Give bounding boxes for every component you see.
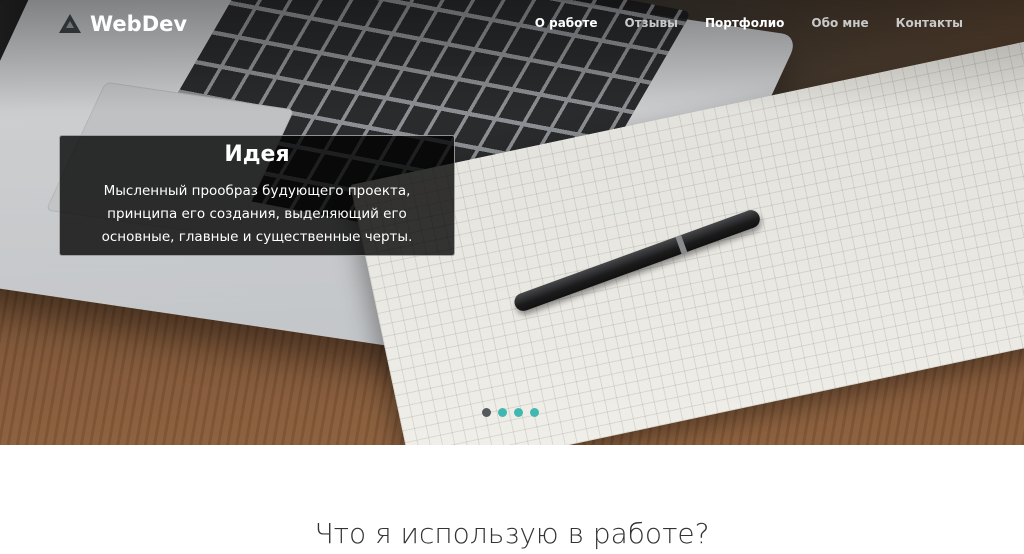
logo-triangle-icon (59, 14, 81, 33)
slide-title: Идея (224, 142, 290, 167)
hero-carousel: Идея Мысленный прообраз будующего проект… (0, 0, 1024, 445)
carousel-indicator-3[interactable] (514, 408, 523, 417)
nav-link-about-work[interactable]: О работе (535, 16, 598, 30)
brand-link[interactable]: WebDev (58, 10, 187, 38)
nav-menu: О работе Отзывы Портфолио Обо мне Контак… (535, 16, 963, 30)
brand-name: WebDev (90, 12, 188, 36)
nav-link-about-me[interactable]: Обо мне (811, 16, 868, 30)
nav-link-contacts[interactable]: Контакты (896, 16, 963, 30)
top-navbar: WebDev О работе Отзывы Портфолио Обо мне… (0, 0, 1024, 48)
section-title: Что я использую в работе? (314, 517, 710, 550)
nav-link-portfolio[interactable]: Портфолио (705, 16, 784, 30)
slide-text: Мысленный прообраз будующего проекта, пр… (101, 183, 413, 245)
carousel-caption: Идея Мысленный прообраз будующего проект… (59, 135, 455, 256)
nav-link-reviews[interactable]: Отзывы (625, 16, 678, 30)
carousel-indicator-4[interactable] (530, 408, 539, 417)
carousel-indicator-1[interactable] (482, 408, 491, 417)
carousel-indicator-2[interactable] (498, 408, 507, 417)
carousel-indicators (482, 408, 539, 417)
